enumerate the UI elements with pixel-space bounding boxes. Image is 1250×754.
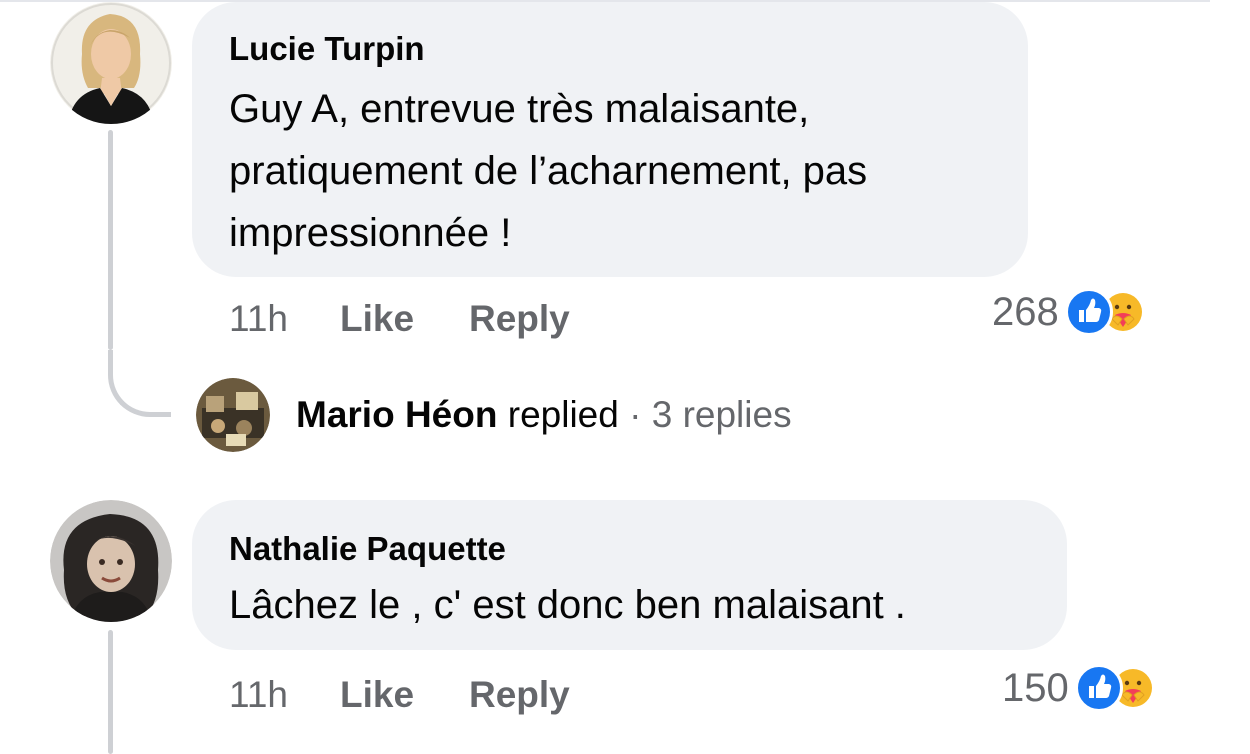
comment-text: Guy A, entrevue très malaisante, pratiqu… — [229, 87, 868, 255]
like-icon — [1074, 664, 1123, 712]
separator: · — [629, 394, 642, 435]
thread-connector — [108, 350, 171, 417]
comment-time[interactable]: 11h — [229, 674, 288, 716]
avatar[interactable] — [50, 500, 172, 622]
thread-line — [108, 130, 113, 350]
reply-button[interactable]: Reply — [469, 674, 570, 716]
reaction-summary[interactable]: 268 — [992, 288, 1147, 336]
like-button[interactable]: Like — [340, 674, 414, 716]
comment-author[interactable]: Lucie Turpin — [229, 30, 425, 68]
reaction-count: 268 — [992, 289, 1059, 334]
view-replies-link[interactable]: Mario Héon replied · 3 replies — [296, 394, 792, 436]
reaction-count: 150 — [1002, 665, 1069, 710]
comments-section: Lucie Turpin Guy A, entrevue très malais… — [0, 0, 1250, 754]
reply-button[interactable]: Reply — [469, 298, 570, 340]
thread-line — [108, 630, 113, 754]
reply-avatar[interactable] — [196, 378, 270, 452]
avatar[interactable] — [50, 2, 172, 124]
reply-author: Mario Héon — [296, 394, 498, 435]
comment-text: Lâchez le , c' est donc ben malaisant . — [229, 583, 906, 627]
like-icon — [1064, 288, 1113, 336]
comment-author[interactable]: Nathalie Paquette — [229, 530, 506, 568]
reaction-summary[interactable]: 150 — [1002, 664, 1157, 712]
reply-verb: replied — [507, 394, 619, 435]
comment-time[interactable]: 11h — [229, 298, 288, 340]
reply-count: 3 replies — [651, 394, 792, 435]
like-button[interactable]: Like — [340, 298, 414, 340]
